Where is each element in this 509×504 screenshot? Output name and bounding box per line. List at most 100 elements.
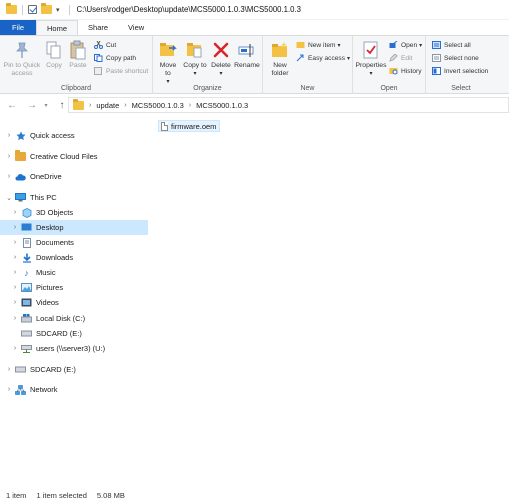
computer-icon — [15, 193, 26, 203]
paste-label: Paste — [69, 62, 87, 69]
cut-label: Cut — [106, 41, 117, 49]
nav-creative-cloud[interactable]: › Creative Cloud Files — [0, 149, 148, 164]
breadcrumb-separator-icon[interactable]: › — [89, 102, 91, 109]
paste-shortcut-button[interactable]: Paste shortcut — [94, 67, 148, 75]
copy-path-button[interactable]: Copy path — [94, 54, 136, 62]
expand-chevron-icon[interactable]: › — [9, 224, 21, 231]
expand-chevron-icon[interactable]: › — [3, 153, 15, 160]
nav-quick-access[interactable]: › Quick access — [0, 128, 148, 143]
new-folder-qat-icon[interactable] — [41, 3, 52, 14]
status-item-count: 1 item — [6, 490, 27, 500]
tab-file[interactable]: File — [0, 20, 36, 35]
title-bar: ▾ C:\Users\rodger\Desktop\update\MCS5000… — [0, 0, 509, 20]
nav-onedrive[interactable]: › OneDrive — [0, 169, 148, 184]
nav-local-disk[interactable]: › Local Disk (C:) — [0, 311, 148, 326]
nav-sdcard[interactable]: › SDCARD (E:) — [0, 362, 148, 377]
invert-selection-button[interactable]: Invert selection — [432, 67, 488, 75]
expand-chevron-icon[interactable]: › — [3, 132, 15, 139]
properties-icon — [363, 39, 379, 61]
new-item-button[interactable]: New item ▾ — [296, 41, 341, 49]
paste-button[interactable]: Paste — [67, 39, 89, 70]
copy-to-chevron-icon: ▾ — [193, 71, 197, 77]
expand-chevron-icon[interactable]: › — [9, 315, 21, 322]
expand-chevron-icon[interactable]: › — [9, 269, 21, 276]
file-list: firmware.oem — [150, 116, 509, 486]
easy-access-button[interactable]: Easy access ▾ — [296, 54, 350, 62]
expand-chevron-icon[interactable]: › — [3, 173, 15, 180]
properties-button[interactable]: Properties ▾ — [355, 39, 387, 78]
breadcrumb-update[interactable]: update — [96, 101, 119, 110]
paste-shortcut-icon — [94, 67, 103, 75]
open-button[interactable]: Open ▾ — [389, 40, 422, 49]
select-none-button[interactable]: Select none — [432, 54, 479, 62]
expand-chevron-icon[interactable]: › — [3, 366, 15, 373]
nav-videos[interactable]: › Videos — [0, 295, 148, 310]
select-all-button[interactable]: Select all — [432, 41, 471, 49]
nav-documents[interactable]: › Documents — [0, 235, 148, 250]
nav-sdcard-sub[interactable]: SDCARD (E:) — [0, 326, 148, 341]
film-icon — [21, 298, 32, 308]
breadcrumb-separator-icon[interactable]: › — [124, 102, 126, 109]
copy-button[interactable]: Copy — [43, 39, 65, 70]
music-note-icon: ♪ — [24, 267, 29, 278]
breadcrumb-separator-icon[interactable]: › — [189, 102, 191, 109]
breadcrumb-mcs5000-parent[interactable]: MCS5000.1.0.3 — [132, 101, 184, 110]
recent-locations-chevron-icon[interactable]: ▾ — [40, 102, 52, 109]
expand-chevron-icon[interactable]: › — [9, 345, 21, 352]
breadcrumb-mcs5000-current[interactable]: MCS5000.1.0.3 — [196, 101, 248, 110]
invert-selection-label: Invert selection — [444, 67, 489, 75]
tab-share[interactable]: Share — [78, 20, 118, 35]
nav-3d-objects[interactable]: › 3D Objects — [0, 205, 148, 220]
nav-sdcard-sub-label: SDCARD (E:) — [36, 329, 82, 338]
expand-chevron-icon[interactable]: › — [9, 254, 21, 261]
expand-chevron-icon[interactable]: › — [9, 209, 21, 216]
scissors-icon — [94, 40, 103, 49]
nav-music-label: Music — [36, 268, 56, 277]
nav-network[interactable]: › Network — [0, 382, 148, 397]
properties-check-icon[interactable] — [28, 5, 37, 14]
properties-chevron-icon: ▾ — [369, 71, 373, 77]
folder-icon — [6, 3, 17, 14]
nav-pictures[interactable]: › Pictures — [0, 280, 148, 295]
back-arrow-icon[interactable]: ← — [6, 100, 18, 111]
tab-home[interactable]: Home — [36, 20, 79, 35]
nav-desktop[interactable]: › Desktop — [0, 220, 148, 235]
forward-arrow-icon[interactable]: → — [26, 100, 38, 111]
move-to-button[interactable]: Move to ▾ — [156, 39, 180, 86]
collapse-chevron-icon[interactable]: ⌄ — [3, 194, 15, 202]
nav-3d-objects-label: 3D Objects — [36, 208, 74, 217]
pin-to-quick-access-button[interactable]: Pin to Quick access — [2, 39, 42, 78]
select-none-label: Select none — [444, 54, 479, 62]
pin-label: Pin to Quick access — [3, 62, 41, 77]
nav-downloads-label: Downloads — [36, 253, 74, 262]
open-label: Open — [401, 41, 418, 49]
nav-network-label: Network — [30, 385, 58, 394]
edit-button[interactable]: Edit — [389, 53, 412, 62]
cut-button[interactable]: Cut — [94, 40, 117, 49]
new-folder-button[interactable]: New folder — [266, 39, 294, 78]
delete-button[interactable]: Delete ▾ — [210, 39, 232, 78]
clipboard-group: Pin to Quick access Copy Paste Cut Copy … — [0, 36, 153, 94]
address-bar[interactable]: › update › MCS5000.1.0.3 › MCS5000.1.0.3 — [68, 97, 509, 113]
new-group-label: New — [300, 85, 315, 92]
customize-toolbar-chevron-icon[interactable]: ▾ — [56, 6, 60, 14]
expand-chevron-icon[interactable]: › — [9, 239, 21, 246]
tab-view[interactable]: View — [118, 20, 154, 35]
file-item[interactable]: firmware.oem — [158, 120, 221, 132]
expand-chevron-icon[interactable]: › — [9, 284, 21, 291]
nav-downloads[interactable]: › Downloads — [0, 250, 148, 265]
easy-access-chevron-icon: ▾ — [347, 55, 351, 62]
open-group: Properties ▾ Open ▾ Edit History Open — [353, 36, 426, 94]
up-arrow-icon[interactable]: ↑ — [56, 100, 68, 111]
status-bar: 1 item 1 item selected 5.08 MB — [0, 486, 509, 504]
nav-creative-cloud-label: Creative Cloud Files — [30, 152, 98, 161]
paste-icon — [70, 39, 86, 61]
expand-chevron-icon[interactable]: › — [9, 299, 21, 306]
copy-to-button[interactable]: Copy to ▾ — [183, 39, 207, 78]
expand-chevron-icon[interactable]: › — [3, 386, 15, 393]
nav-users-share[interactable]: › users (\\server3) (U:) — [0, 341, 148, 356]
nav-this-pc[interactable]: ⌄ This PC — [0, 190, 148, 205]
nav-music[interactable]: › ♪ Music — [0, 265, 148, 280]
history-button[interactable]: History — [389, 67, 422, 75]
rename-button[interactable]: Rename — [234, 39, 260, 70]
